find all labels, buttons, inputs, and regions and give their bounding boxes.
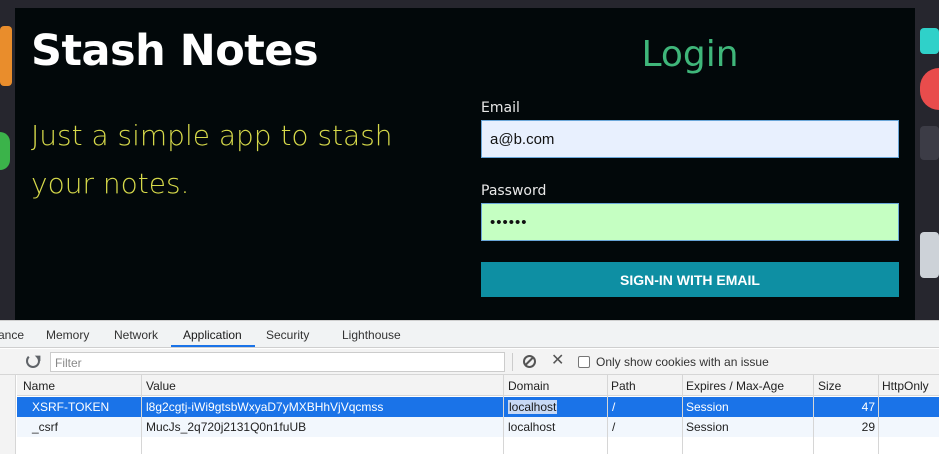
cookie-path: / xyxy=(612,400,616,414)
password-value: •••••• xyxy=(490,213,528,231)
clear-icon[interactable]: ✕ xyxy=(551,352,564,370)
column-header-httponly[interactable]: HttpOnly xyxy=(882,379,929,393)
password-field[interactable]: •••••• xyxy=(481,203,899,241)
devtools-tab-bar: ance Memory Network Application Security… xyxy=(0,321,939,348)
email-value: a@b.com xyxy=(490,130,555,148)
app-title: Stash Notes xyxy=(31,26,319,76)
column-header-domain[interactable]: Domain xyxy=(508,379,549,393)
email-field[interactable]: a@b.com xyxy=(481,120,899,158)
devtools-panel: ance Memory Network Application Security… xyxy=(0,320,939,454)
column-header-expires[interactable]: Expires / Max-Age xyxy=(686,379,784,393)
column-divider[interactable] xyxy=(878,375,879,454)
cookie-expires: Session xyxy=(686,420,729,434)
cookie-value: l8g2cgtj-iWi9gtsbWxyaD7yMXBHhVjVqcmss xyxy=(146,400,384,414)
tab-performance[interactable]: ance xyxy=(0,328,24,342)
active-tab-indicator xyxy=(171,345,255,347)
tab-lighthouse[interactable]: Lighthouse xyxy=(342,328,401,342)
app-tagline: Just a simple app to stash your notes. xyxy=(31,119,393,200)
toolbar-divider xyxy=(512,353,513,371)
cookie-size: 29 xyxy=(861,420,875,434)
cookies-toolbar: Filter ✕ Only show cookies with an issue xyxy=(0,349,939,375)
table-header: Name Value Domain Path Expires / Max-Age… xyxy=(17,375,939,396)
block-icon[interactable] xyxy=(523,355,536,368)
column-header-value[interactable]: Value xyxy=(146,379,176,393)
cookie-name: _csrf xyxy=(32,420,59,434)
tab-application[interactable]: Application xyxy=(183,328,242,342)
desktop-icon xyxy=(920,68,939,110)
cookies-table: Name Value Domain Path Expires / Max-Age… xyxy=(17,375,939,454)
desktop-icon xyxy=(0,132,10,170)
table-row[interactable]: _csrf MucJs_2q720j2131Q0n1fuUB localhost… xyxy=(17,417,939,437)
desktop-icon xyxy=(920,232,939,278)
tab-network[interactable]: Network xyxy=(114,328,158,342)
login-heading: Login xyxy=(641,34,739,75)
desktop-icon xyxy=(920,28,939,54)
cookie-expires: Session xyxy=(686,400,729,414)
tab-memory[interactable]: Memory xyxy=(46,328,89,342)
cookie-size: 47 xyxy=(861,400,875,414)
column-divider[interactable] xyxy=(682,375,683,454)
password-label: Password xyxy=(481,183,547,199)
cookie-value: MucJs_2q720j2131Q0n1fuUB xyxy=(146,420,307,434)
cookie-domain: localhost xyxy=(508,420,556,434)
refresh-icon[interactable] xyxy=(26,354,40,368)
column-divider[interactable] xyxy=(141,375,142,454)
domain-highlight: localhost xyxy=(508,400,558,414)
cookie-domain: localhost xyxy=(508,400,558,414)
column-divider[interactable] xyxy=(503,375,504,454)
column-divider[interactable] xyxy=(813,375,814,454)
table-row[interactable]: XSRF-TOKEN l8g2cgtj-iWi9gtsbWxyaD7yMXBHh… xyxy=(17,397,939,417)
app-window: Stash Notes Just a simple app to stash y… xyxy=(15,8,915,320)
column-header-name[interactable]: Name xyxy=(23,379,55,393)
cookie-path: / xyxy=(612,420,616,434)
email-label: Email xyxy=(481,100,520,116)
filter-input[interactable]: Filter xyxy=(50,352,505,372)
column-divider[interactable] xyxy=(607,375,608,454)
column-header-path[interactable]: Path xyxy=(611,379,636,393)
only-issue-label: Only show cookies with an issue xyxy=(596,355,769,369)
only-issue-checkbox[interactable] xyxy=(578,356,590,368)
signin-with-email-button[interactable]: SIGN-IN WITH EMAIL xyxy=(481,262,899,297)
tab-security[interactable]: Security xyxy=(266,328,309,342)
column-header-size[interactable]: Size xyxy=(818,379,841,393)
desktop-icon xyxy=(920,126,939,160)
cookie-name: XSRF-TOKEN xyxy=(32,400,110,414)
desktop-icon xyxy=(0,26,12,86)
